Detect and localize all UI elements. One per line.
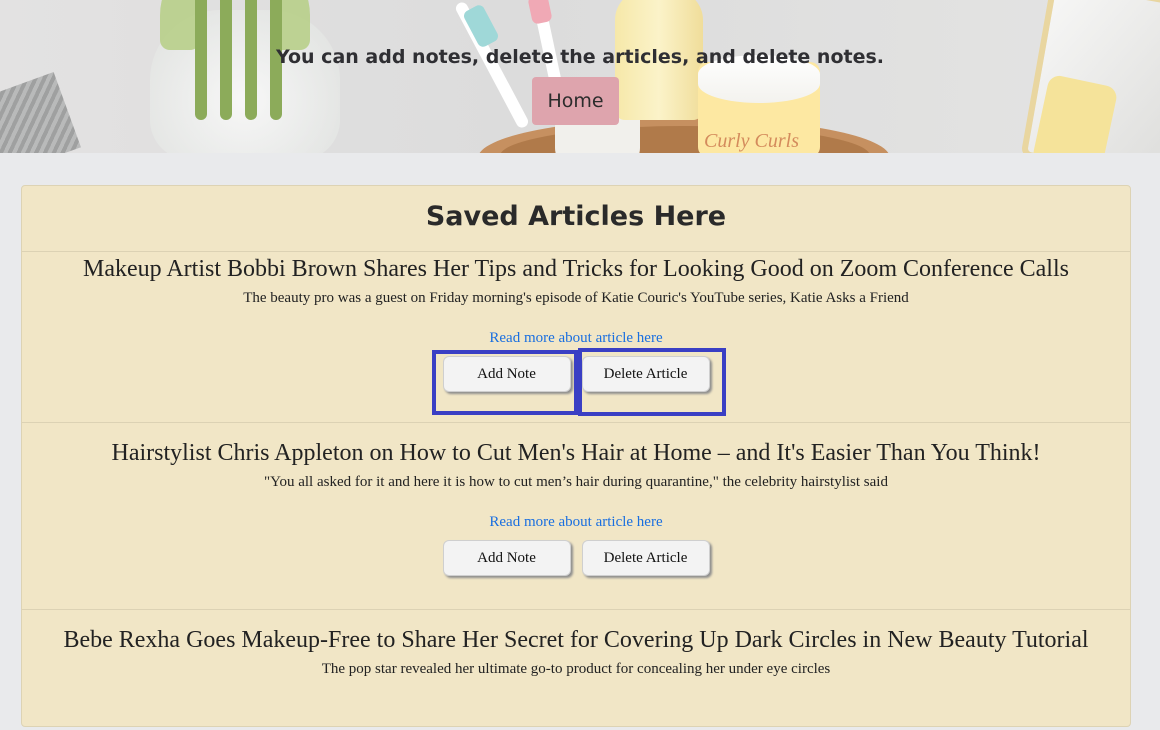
article-summary: The pop star revealed her ultimate go-to… bbox=[321, 661, 831, 677]
saved-articles-heading: Saved Articles Here bbox=[22, 186, 1130, 252]
article-card: Hairstylist Chris Appleton on How to Cut… bbox=[22, 423, 1130, 610]
add-note-button[interactable]: Add Note bbox=[442, 540, 571, 576]
article-summary: The beauty pro was a guest on Friday mor… bbox=[243, 290, 909, 306]
article-card: Makeup Artist Bobbi Brown Shares Her Tip… bbox=[22, 252, 1130, 423]
article-title: Makeup Artist Bobbi Brown Shares Her Tip… bbox=[83, 256, 1069, 282]
article-title: Bebe Rexha Goes Makeup-Free to Share Her… bbox=[63, 627, 1089, 653]
read-more-link[interactable]: Read more about article here bbox=[489, 328, 662, 348]
delete-article-button[interactable]: Delete Article bbox=[581, 540, 710, 576]
toothbrush-head-decoration bbox=[461, 3, 501, 49]
article-title: Hairstylist Chris Appleton on How to Cut… bbox=[111, 440, 1041, 466]
hero-banner: Curly Curls You can add notes, delete th… bbox=[0, 0, 1160, 153]
leaf-decoration bbox=[160, 0, 200, 50]
hero-message: You can add notes, delete the articles, … bbox=[275, 46, 885, 68]
read-more-link[interactable]: Read more about article here bbox=[489, 512, 662, 532]
article-card: Bebe Rexha Goes Makeup-Free to Share Her… bbox=[22, 610, 1130, 730]
towel-decoration bbox=[0, 72, 81, 153]
delete-article-button[interactable]: Delete Article bbox=[581, 356, 710, 392]
article-actions: Add Note Delete Article bbox=[22, 540, 1130, 576]
article-summary: "You all asked for it and here it is how… bbox=[264, 474, 888, 490]
jar-label: Curly Curls bbox=[704, 130, 800, 152]
toothbrush-head-decoration bbox=[527, 0, 553, 25]
add-note-button[interactable]: Add Note bbox=[442, 356, 571, 392]
saved-articles-panel: Saved Articles Here Makeup Artist Bobbi … bbox=[21, 185, 1131, 727]
article-actions: Add Note Delete Article bbox=[22, 356, 1130, 392]
home-button[interactable]: Home bbox=[532, 77, 619, 125]
